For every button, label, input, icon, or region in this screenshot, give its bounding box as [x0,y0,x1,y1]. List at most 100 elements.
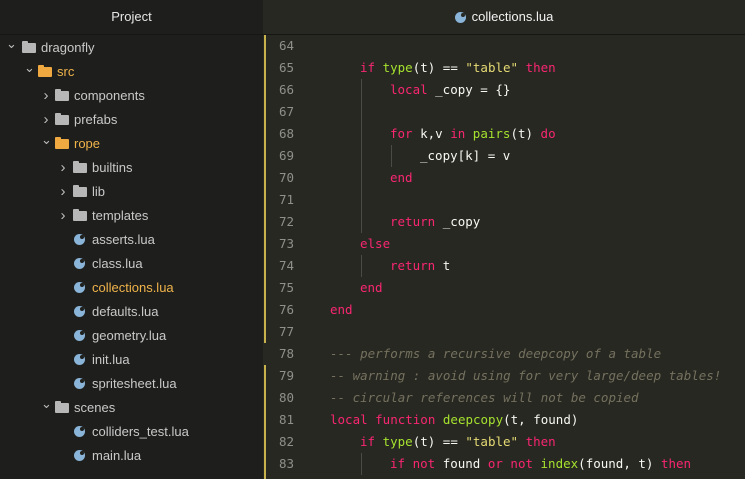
line-number: 64 [278,38,294,53]
tab-collections-lua[interactable]: collections.lua [263,0,745,34]
code-editor[interactable]: 64 65 if type(t) == "table" then 66 local _c… [263,35,745,479]
code-token: do [540,126,556,141]
chevron-down-icon[interactable]: ⌄ [41,392,52,416]
tree-folder[interactable]: ⌄ dragonfly [0,36,263,60]
chevron-right-icon[interactable]: › [58,180,68,204]
code-token: if [360,60,383,75]
file-tree: ⌄ dragonfly ⌄ src › components › prefabs ⌄ rope › b… [0,36,263,468]
code-line: 77 [263,321,745,343]
project-sidebar: Project ⌄ dragonfly ⌄ src › components › prefab… [0,0,263,479]
tree-item-label: prefabs [74,112,118,127]
chevron-right-icon[interactable]: › [41,84,51,108]
folder-icon [55,401,69,413]
code-text: local function deepcopy(t, found) [330,409,578,431]
tree-file[interactable]: init.lua [0,348,263,372]
line-number: 74 [278,258,294,273]
code-line: 75 end [263,277,745,299]
tree-file[interactable]: spritesheet.lua [0,372,263,396]
code-line: 65 if type(t) == "table" then [263,57,745,79]
chevron-down-icon[interactable]: ⌄ [41,128,52,152]
tree-file[interactable]: geometry.lua [0,324,263,348]
line-number: 82 [278,434,294,449]
lua-file-icon [454,12,466,24]
line-number: 79 [278,368,294,383]
tree-file[interactable]: collections.lua [0,276,263,300]
indent-guide [361,211,362,233]
line-number: 81 [278,412,294,427]
lua-file-icon [74,306,85,317]
code-token: index [540,456,579,471]
tree-file[interactable]: colliders_test.lua [0,420,263,444]
code-line: 64 [263,35,745,57]
folder-icon [73,185,87,197]
lua-file-icon [74,330,85,341]
code-token: (t, found) [503,412,579,427]
tree-folder[interactable]: › builtins [0,156,263,180]
tree-folder[interactable]: ⌄ rope [0,132,263,156]
tree-item-label: src [57,64,75,79]
code-line: 79 -- warning : avoid using for very larg… [263,365,745,387]
code-token: _copy[k] = v [420,148,511,163]
chevron-right-icon[interactable]: › [58,156,68,180]
code-token: end [390,170,413,185]
tree-folder[interactable]: ⌄ scenes [0,396,263,420]
code-text: -- warning : avoid using for very large/… [330,365,721,387]
tree-folder[interactable]: › templates [0,204,263,228]
sidebar-title: Project [0,0,263,35]
code-text: end [390,167,413,189]
line-number: 80 [278,390,294,405]
code-line: 82 if type(t) == "table" then [263,431,745,453]
indent-guide [361,145,362,167]
tree-folder[interactable]: › lib [0,180,263,204]
code-token: function [375,412,443,427]
code-text: end [360,277,383,299]
tree-file[interactable]: main.lua [0,444,263,468]
code-text: --- performs a recursive deepcopy of a t… [330,343,661,365]
line-number: 73 [278,236,294,251]
folder-icon [73,209,87,221]
line-number: 70 [278,170,294,185]
tree-item-label: templates [92,208,149,223]
code-token: -- warning : avoid using for very large/… [330,368,722,383]
code-token: then [518,434,556,449]
lua-file-icon [74,450,85,461]
tree-item-label: defaults.lua [92,304,159,319]
folder-icon [55,89,69,101]
code-token: (t) [510,126,541,141]
folder-icon [38,65,52,77]
code-line: 69 _copy[k] = v [263,145,745,167]
line-number: 69 [278,148,294,163]
code-token: type [382,434,413,449]
tree-folder[interactable]: › components [0,84,263,108]
code-token: (found, t) [578,456,661,471]
lua-file-icon [74,258,85,269]
tree-file[interactable]: class.lua [0,252,263,276]
code-token: --- performs a recursive deepcopy of a t… [330,346,662,361]
chevron-down-icon[interactable]: ⌄ [6,32,17,56]
code-token: or [487,456,511,471]
code-token: for [390,126,421,141]
code-token: local [390,82,436,97]
tree-item-label: dragonfly [41,40,95,55]
code-token: "table" [465,60,519,75]
folder-icon [55,113,69,125]
tab-label: collections.lua [471,9,554,24]
lua-file-icon [74,378,85,389]
code-token: then [660,456,692,471]
code-line: 76 end [263,299,745,321]
tree-file[interactable]: defaults.lua [0,300,263,324]
code-text: if not found or not index(found, t) then [390,453,691,475]
indent-guide [361,453,362,475]
tree-file[interactable]: asserts.lua [0,228,263,252]
line-number: 77 [278,324,294,339]
chevron-down-icon[interactable]: ⌄ [24,56,35,80]
code-token: -- circular references will not be copie… [330,390,639,405]
tree-folder[interactable]: › prefabs [0,108,263,132]
tree-item-label: rope [74,136,101,151]
tree-folder[interactable]: ⌄ src [0,60,263,84]
tree-item-label: main.lua [92,448,142,463]
folder-icon [73,161,87,173]
chevron-right-icon[interactable]: › [58,204,68,228]
code-line: 83 if not found or not index(found, t) th… [263,453,745,475]
tree-item-label: class.lua [92,256,143,271]
